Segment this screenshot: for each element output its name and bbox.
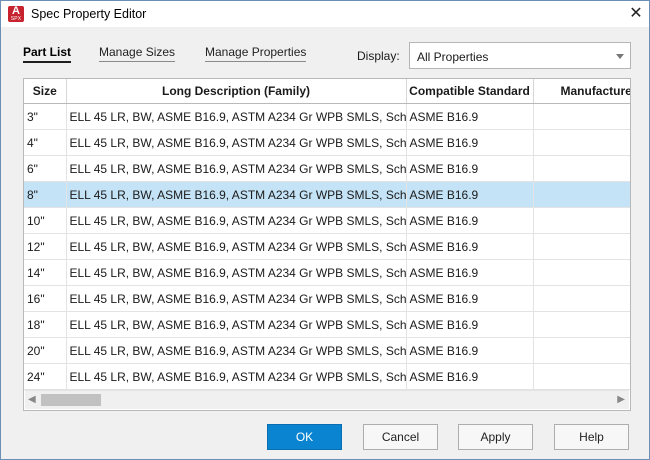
table-row[interactable]: 3" ELL 45 LR, BW, ASME B16.9, ASTM A234 G… xyxy=(24,103,630,130)
cell-manufacturer[interactable] xyxy=(533,363,630,390)
cell-long-description[interactable]: ELL 45 LR, BW, ASME B16.9, ASTM A234 Gr … xyxy=(66,155,407,182)
app-icon-sub: SPX xyxy=(10,16,22,22)
cell-long-description[interactable]: ELL 45 LR, BW, ASME B16.9, ASTM A234 Gr … xyxy=(66,363,407,390)
scroll-right-icon[interactable]: ▶ xyxy=(617,394,625,405)
part-list-grid[interactable]: Size Long Description (Family) Compatibl… xyxy=(23,78,631,411)
cell-compatible-standard[interactable]: ASME B16.9 xyxy=(406,311,534,338)
table-row[interactable]: 18" ELL 45 LR, BW, ASME B16.9, ASTM A234 … xyxy=(24,311,630,338)
cell-compatible-standard[interactable]: ASME B16.9 xyxy=(406,259,534,286)
cell-compatible-standard[interactable]: ASME B16.9 xyxy=(406,103,534,130)
cell-size[interactable]: 10" xyxy=(24,207,67,234)
scroll-left-icon[interactable]: ◀ xyxy=(28,394,36,405)
table-row[interactable]: 20" ELL 45 LR, BW, ASME B16.9, ASTM A234 … xyxy=(24,337,630,364)
cell-long-description[interactable]: ELL 45 LR, BW, ASME B16.9, ASTM A234 Gr … xyxy=(66,285,407,312)
cell-long-description[interactable]: ELL 45 LR, BW, ASME B16.9, ASTM A234 Gr … xyxy=(66,207,407,234)
close-button[interactable]: ✕ xyxy=(625,3,647,25)
cell-compatible-standard[interactable]: ASME B16.9 xyxy=(406,181,534,208)
cell-long-description[interactable]: ELL 45 LR, BW, ASME B16.9, ASTM A234 Gr … xyxy=(66,311,407,338)
cell-long-description[interactable]: ELL 45 LR, BW, ASME B16.9, ASTM A234 Gr … xyxy=(66,337,407,364)
cell-compatible-standard[interactable]: ASME B16.9 xyxy=(406,363,534,390)
cell-long-description[interactable]: ELL 45 LR, BW, ASME B16.9, ASTM A234 Gr … xyxy=(66,129,407,156)
horizontal-scrollbar[interactable]: ◀ ▶ xyxy=(25,390,629,409)
help-button[interactable]: Help xyxy=(554,424,629,450)
autodesk-app-icon: A SPX xyxy=(8,5,24,22)
apply-button[interactable]: Apply xyxy=(458,424,533,450)
table-row[interactable]: 10" ELL 45 LR, BW, ASME B16.9, ASTM A234 … xyxy=(24,207,630,234)
cell-compatible-standard[interactable]: ASME B16.9 xyxy=(406,207,534,234)
part-table: Size Long Description (Family) Compatibl… xyxy=(24,79,630,390)
table-header-row: Size Long Description (Family) Compatibl… xyxy=(24,79,630,104)
dialog-window: A SPX Spec Property Editor ✕ Part List M… xyxy=(0,0,650,460)
cell-compatible-standard[interactable]: ASME B16.9 xyxy=(406,337,534,364)
cell-long-description[interactable]: ELL 45 LR, BW, ASME B16.9, ASTM A234 Gr … xyxy=(66,259,407,286)
table-row[interactable]: 8" ELL 45 LR, BW, ASME B16.9, ASTM A234 G… xyxy=(24,181,630,208)
window-title: Spec Property Editor xyxy=(31,7,147,21)
cell-manufacturer[interactable] xyxy=(533,311,630,338)
cancel-button[interactable]: Cancel xyxy=(363,424,438,450)
tab-part-list[interactable]: Part List xyxy=(23,45,72,63)
cell-compatible-standard[interactable]: ASME B16.9 xyxy=(406,285,534,312)
cell-manufacturer[interactable] xyxy=(533,337,630,364)
cell-long-description[interactable]: ELL 45 LR, BW, ASME B16.9, ASTM A234 Gr … xyxy=(66,103,407,130)
table-row[interactable]: 4" ELL 45 LR, BW, ASME B16.9, ASTM A234 G… xyxy=(24,129,630,156)
display-label: Display: xyxy=(357,49,400,63)
scrollbar-thumb[interactable] xyxy=(41,394,101,406)
display-select[interactable]: All Properties xyxy=(409,42,631,69)
cell-manufacturer[interactable] xyxy=(533,259,630,286)
cell-long-description[interactable]: ELL 45 LR, BW, ASME B16.9, ASTM A234 Gr … xyxy=(66,233,407,260)
cell-compatible-standard[interactable]: ASME B16.9 xyxy=(406,155,534,182)
column-header-long-description[interactable]: Long Description (Family) xyxy=(66,79,407,104)
cell-size[interactable]: 20" xyxy=(24,337,67,364)
column-header-size[interactable]: Size xyxy=(24,79,67,104)
tab-manage-sizes[interactable]: Manage Sizes xyxy=(99,45,176,62)
table-row[interactable]: 24" ELL 45 LR, BW, ASME B16.9, ASTM A234 … xyxy=(24,363,630,390)
table-row[interactable]: 6" ELL 45 LR, BW, ASME B16.9, ASTM A234 G… xyxy=(24,155,630,182)
cell-manufacturer[interactable] xyxy=(533,285,630,312)
cell-compatible-standard[interactable]: ASME B16.9 xyxy=(406,233,534,260)
cell-manufacturer[interactable] xyxy=(533,103,630,130)
cell-size[interactable]: 18" xyxy=(24,311,67,338)
display-select-value: All Properties xyxy=(417,50,489,64)
cell-manufacturer[interactable] xyxy=(533,181,630,208)
cell-manufacturer[interactable] xyxy=(533,155,630,182)
cell-size[interactable]: 14" xyxy=(24,259,67,286)
cell-size[interactable]: 16" xyxy=(24,285,67,312)
cell-size[interactable]: 24" xyxy=(24,363,67,390)
cell-size[interactable]: 8" xyxy=(24,181,67,208)
chevron-down-icon xyxy=(616,54,624,59)
cell-compatible-standard[interactable]: ASME B16.9 xyxy=(406,129,534,156)
table-row[interactable]: 14" ELL 45 LR, BW, ASME B16.9, ASTM A234 … xyxy=(24,259,630,286)
table-row[interactable]: 16" ELL 45 LR, BW, ASME B16.9, ASTM A234 … xyxy=(24,285,630,312)
column-header-compatible-standard[interactable]: Compatible Standard xyxy=(406,79,534,104)
cell-manufacturer[interactable] xyxy=(533,233,630,260)
column-header-manufacturer[interactable]: Manufacturer xyxy=(533,79,630,104)
cell-manufacturer[interactable] xyxy=(533,129,630,156)
cell-size[interactable]: 4" xyxy=(24,129,67,156)
ok-button[interactable]: OK xyxy=(267,424,342,450)
tab-manage-properties[interactable]: Manage Properties xyxy=(205,45,307,62)
cell-size[interactable]: 12" xyxy=(24,233,67,260)
cell-size[interactable]: 3" xyxy=(24,103,67,130)
cell-size[interactable]: 6" xyxy=(24,155,67,182)
cell-manufacturer[interactable] xyxy=(533,207,630,234)
title-bar[interactable]: A SPX Spec Property Editor ✕ xyxy=(1,1,649,27)
close-icon: ✕ xyxy=(629,5,643,22)
table-body: 3" ELL 45 LR, BW, ASME B16.9, ASTM A234 G… xyxy=(24,103,630,390)
table-row[interactable]: 12" ELL 45 LR, BW, ASME B16.9, ASTM A234 … xyxy=(24,233,630,260)
cell-long-description[interactable]: ELL 45 LR, BW, ASME B16.9, ASTM A234 Gr … xyxy=(66,181,407,208)
